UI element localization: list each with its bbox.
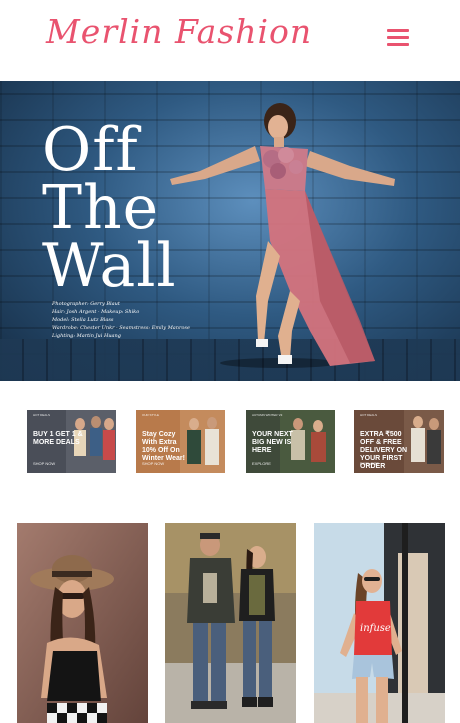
promo-headline: BUY 1 GET 1 & MORE DEALS [33,431,83,446]
promo-cta[interactable]: SHOP NOW [33,461,55,466]
hero-banner[interactable]: Off The Wall Photographer: Gerry Blaut H… [0,81,460,381]
promo-headline: Stay Cozy With Extra 10% Off On Winter W… [142,431,185,462]
promo-tag: AUTUMN WINTER '23 [252,413,283,417]
product-tile-hat-woman[interactable] [17,523,148,723]
brand-logo[interactable]: Merlin Fashion [46,12,312,51]
hero-title-line: Off [42,115,139,185]
promo-card[interactable]: OUR STYLE Stay Cozy With Extra 10% Off O… [136,410,225,473]
promo-image [404,410,444,473]
promo-cta[interactable]: SHOP NOW [142,461,164,466]
menu-bar-icon [387,29,409,32]
menu-bar-icon [387,43,409,46]
promo-tag: HOT DEALS [360,413,377,417]
hamburger-menu-button[interactable] [385,26,413,48]
promo-cta[interactable]: EXPLORE [360,461,379,466]
promo-headline: YOUR NEXT BIG NEW IS HERE [252,431,293,454]
hero-credits: Photographer: Gerry Blaut Hair: Josh Arg… [52,300,222,340]
promo-card[interactable]: HOT DEALS EXTRA ₹500 OFF & FREE DELIVERY… [354,410,444,473]
promo-tag: OUR STYLE [142,413,160,417]
credit-line: Lighting: Martin Jui Huang [52,333,121,339]
hero-title-line: The [42,173,160,243]
credit-line: Wardrobe: Chester Unkr · Seamstress: Emi… [52,325,190,331]
product-tile-couple[interactable] [165,523,296,723]
product-image [165,523,296,723]
product-image [17,523,148,723]
product-tile-red-top[interactable]: infuse [314,523,445,723]
menu-bar-icon [387,36,409,39]
credit-line: Model: Stella Lutz Blass [52,317,114,323]
svg-text:infuse: infuse [360,623,391,634]
credit-line: Photographer: Gerry Blaut [52,301,120,307]
promo-card[interactable]: HOT DEALS BUY 1 GET 1 & MORE DEALS SHOP … [27,410,116,473]
hero-title: Off The Wall [42,115,177,301]
page: Merlin Fashion Off The Wall Photographer… [0,0,460,723]
site-header: Merlin Fashion [0,0,460,81]
promo-tag: HOT DEALS [33,413,50,417]
hero-title-line: Wall [42,231,177,301]
credit-line: Hair: Josh Argent · Makeup: Shiko [52,309,140,315]
promo-cta[interactable]: EXPLORE [252,461,271,466]
product-image: infuse [314,523,445,723]
promo-card[interactable]: AUTUMN WINTER '23 YOUR NEXT BIG NEW IS H… [246,410,335,473]
